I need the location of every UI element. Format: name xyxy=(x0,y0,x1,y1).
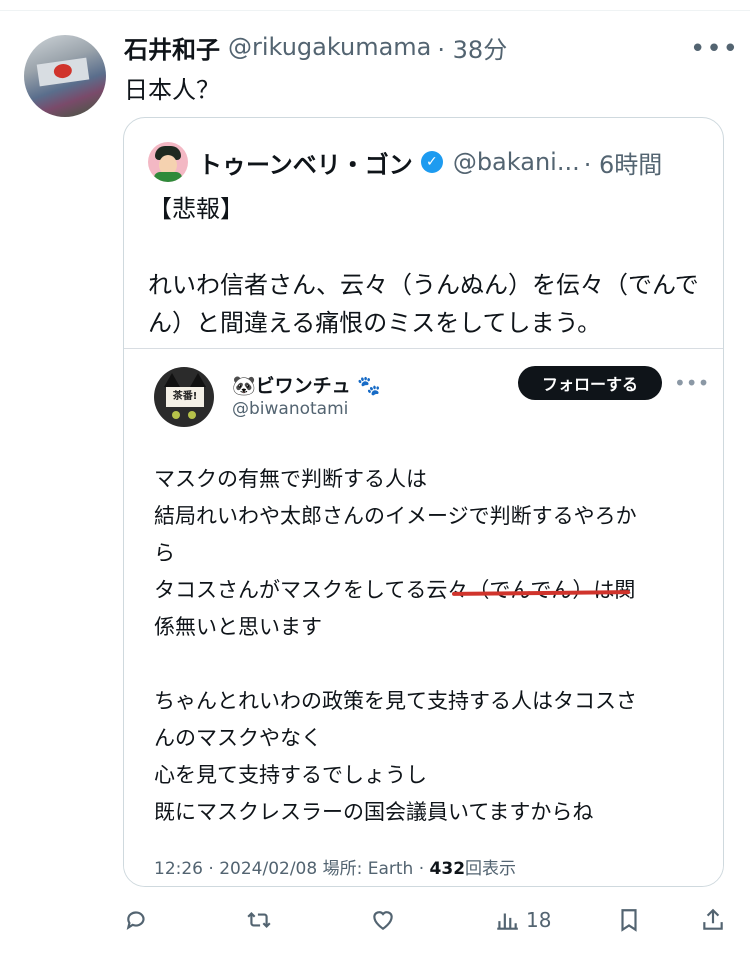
reply-icon xyxy=(126,911,145,930)
quoted-tweet[interactable]: トゥーンベリ・ゴン ✓ @bakani... · 6時間 【悲報】 れいわ信者さ… xyxy=(123,117,724,887)
author-name[interactable]: 石井和子 xyxy=(124,30,220,65)
quote-text: 【悲報】 れいわ信者さん、云々（うんぬん）を伝々（でんでん）と間違える痛恨のミス… xyxy=(148,195,699,337)
avatar[interactable] xyxy=(24,35,106,117)
views-button[interactable]: 18 xyxy=(494,904,551,936)
timestamp[interactable]: · 38分 xyxy=(437,30,507,65)
screenshot-view-count: 432 xyxy=(429,859,466,879)
screenshot-views-label: 回表示 xyxy=(465,859,517,879)
top-divider xyxy=(0,0,750,11)
quote-timestamp: · 6時間 xyxy=(583,150,663,179)
more-options-icon[interactable]: ••• xyxy=(690,34,739,64)
author-handle[interactable]: @rikugakumama xyxy=(228,33,431,61)
bookmark-button[interactable] xyxy=(616,904,642,936)
screenshot-author-name: 🐼ビワンチュ 🐾 xyxy=(232,375,381,397)
action-bar: 18 xyxy=(0,898,750,942)
follow-button: フォローする xyxy=(518,366,662,400)
quote-author-handle: @bakani... xyxy=(452,148,580,176)
avatar-sign-text: 茶番! xyxy=(166,387,204,407)
quote-header: トゥーンベリ・ゴン ✓ @bakani... · 6時間 xyxy=(148,142,662,182)
screenshot-text: マスクの有無で判断する人は 結局れいわや太郎さんのイメージで判断するやろか ら … xyxy=(154,467,637,824)
tweet-header: 石井和子 @rikugakumama · 38分 xyxy=(124,30,507,64)
quote-author-name: トゥーンベリ・ゴン xyxy=(198,150,413,179)
screenshot-date-location: 12:26 · 2024/02/08 場所: Earth · xyxy=(154,859,430,879)
retweet-button[interactable] xyxy=(246,904,272,936)
share-icon xyxy=(703,908,723,930)
retweet-icon xyxy=(247,911,271,929)
like-button[interactable] xyxy=(370,904,396,936)
screenshot-avatar: 茶番! xyxy=(154,367,214,427)
attached-image[interactable]: 茶番! 🐼ビワンチュ 🐾 @biwanotami フォローする ••• マスクの… xyxy=(124,348,723,886)
quote-avatar[interactable] xyxy=(148,142,188,182)
screenshot-more-icon: ••• xyxy=(674,371,710,395)
views-count: 18 xyxy=(526,908,552,932)
verified-badge-icon: ✓ xyxy=(420,151,443,173)
reply-button[interactable] xyxy=(124,904,150,936)
tweet-text: 日本人？ xyxy=(124,76,220,104)
bookmark-icon xyxy=(621,909,637,932)
screenshot-author-handle: @biwanotami xyxy=(232,399,349,419)
views-icon xyxy=(497,913,518,930)
share-button[interactable] xyxy=(700,904,726,936)
screenshot-meta: 12:26 · 2024/02/08 場所: Earth · 432回表示 xyxy=(154,854,516,879)
heart-icon xyxy=(373,911,393,930)
